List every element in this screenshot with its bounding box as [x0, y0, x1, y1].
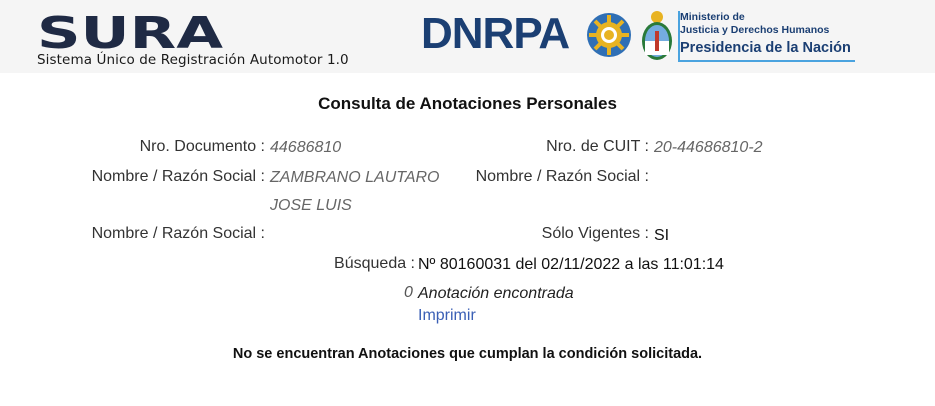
nombre-razon-social-label-3: Nombre / Razón Social :: [91, 225, 265, 242]
busqueda-label: Búsqueda :: [334, 255, 415, 272]
nro-cuit-value: 20-44686810-2: [654, 139, 763, 156]
ministerio-underline: [678, 60, 855, 62]
nro-documento-value: 44686810: [270, 139, 342, 156]
solo-vigentes-value: SI: [654, 227, 670, 244]
print-link[interactable]: Imprimir: [418, 307, 476, 325]
nombre-razon-social-label-2: Nombre / Razón Social :: [475, 168, 649, 185]
nro-cuit-label: Nro. de CUIT :: [546, 138, 649, 155]
escudo-nacional-icon: [642, 11, 672, 60]
ministerio-line3: Presidencia de la Nación: [680, 40, 851, 56]
result-count-label: Anotación encontrada: [418, 285, 574, 302]
sura-subtitle: Sistema Único de Registración Automotor …: [37, 52, 349, 68]
no-results-message: No se encuentran Anotaciones que cumplan…: [232, 346, 703, 362]
ministerio-logo: Ministerio de Justicia y Derechos Humano…: [678, 11, 855, 63]
sura-logo-text: SURA: [37, 14, 223, 52]
gear-icon: [587, 13, 631, 57]
ministerio-line2: Justicia y Derechos Humanos: [680, 24, 830, 36]
sura-logo: SURA: [37, 14, 223, 52]
nombre-razon-social-label: Nombre / Razón Social :: [91, 168, 265, 185]
page-title: Consulta de Anotaciones Personales: [318, 94, 617, 113]
ministerio-line1: Ministerio de: [680, 11, 745, 23]
nombre-razon-social-value-line2: JOSE LUIS: [270, 197, 352, 214]
result-count: 0: [404, 284, 413, 301]
nombre-razon-social-value-line1: ZAMBRANO LAUTARO: [270, 169, 440, 186]
solo-vigentes-label: Sólo Vigentes :: [541, 225, 649, 242]
header-banner: SURA Sistema Único de Registración Autom…: [0, 0, 935, 73]
nro-documento-label: Nro. Documento :: [139, 138, 265, 155]
dnrpa-logo: DNRPA: [421, 9, 570, 58]
busqueda-value: Nº 80160031 del 02/11/2022 a las 11:01:1…: [418, 256, 724, 273]
